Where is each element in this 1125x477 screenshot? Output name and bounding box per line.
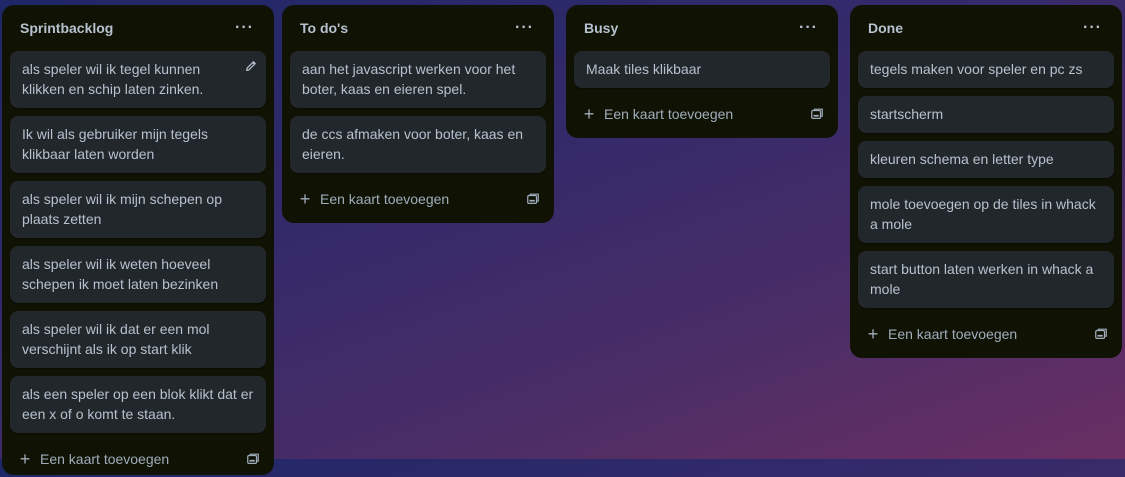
- add-card-row: + Een kaart toevoegen: [290, 181, 546, 217]
- add-card-button[interactable]: + Een kaart toevoegen: [582, 105, 733, 123]
- add-card-label: Een kaart toevoegen: [604, 106, 734, 122]
- add-card-label: Een kaart toevoegen: [888, 326, 1018, 342]
- add-card-button[interactable]: + Een kaart toevoegen: [298, 190, 449, 208]
- card-title: de ccs afmaken voor boter, kaas en eiere…: [302, 126, 524, 162]
- list-menu-icon[interactable]: ···: [229, 15, 260, 41]
- list-header: Done ···: [858, 5, 1114, 51]
- card-template-icon[interactable]: [1094, 327, 1108, 341]
- card-title: start button laten werken in whack a mol…: [870, 261, 1094, 297]
- card-title: Ik wil als gebruiker mijn tegels klikbaa…: [22, 126, 208, 162]
- card-template-icon[interactable]: [526, 192, 540, 206]
- card-title: als speler wil ik weten hoeveel schepen …: [22, 256, 219, 292]
- plus-icon: +: [19, 449, 31, 469]
- list-header: Busy ···: [574, 5, 830, 51]
- list-menu-icon[interactable]: ···: [509, 15, 540, 41]
- list-header: To do's ···: [290, 5, 546, 51]
- add-card-button[interactable]: + Een kaart toevoegen: [866, 325, 1017, 343]
- add-card-label: Een kaart toevoegen: [40, 451, 170, 467]
- card[interactable]: als speler wil ik tegel kunnen klikken e…: [10, 51, 266, 108]
- list-title[interactable]: Sprintbacklog: [20, 20, 113, 36]
- card-title: startscherm: [870, 106, 944, 122]
- card[interactable]: als speler wil ik weten hoeveel schepen …: [10, 246, 266, 303]
- list-menu-icon[interactable]: ···: [1077, 15, 1108, 41]
- list-header: Sprintbacklog ···: [10, 5, 266, 51]
- card[interactable]: tegels maken voor speler en pc zs: [858, 51, 1114, 88]
- card[interactable]: mole toevoegen op de tiles in whack a mo…: [858, 186, 1114, 243]
- card-title: Maak tiles klikbaar: [586, 61, 702, 77]
- card[interactable]: aan het javascript werken voor het boter…: [290, 51, 546, 108]
- card[interactable]: als een speler op een blok klikt dat er …: [10, 376, 266, 433]
- list-done: Done ··· tegels maken voor speler en pc …: [850, 5, 1122, 358]
- pencil-icon[interactable]: [244, 59, 258, 73]
- card[interactable]: als speler wil ik mijn schepen op plaats…: [10, 181, 266, 238]
- list-todos: To do's ··· aan het javascript werken vo…: [282, 5, 554, 223]
- list-busy: Busy ··· Maak tiles klikbaar + Een kaart…: [566, 5, 838, 138]
- card[interactable]: Ik wil als gebruiker mijn tegels klikbaa…: [10, 116, 266, 173]
- list-title[interactable]: To do's: [300, 20, 348, 36]
- card-title: als speler wil ik tegel kunnen klikken e…: [22, 61, 204, 97]
- card-template-icon[interactable]: [810, 107, 824, 121]
- list-menu-icon[interactable]: ···: [793, 15, 824, 41]
- card-template-icon[interactable]: [246, 452, 260, 466]
- plus-icon: +: [583, 104, 595, 124]
- add-card-row: + Een kaart toevoegen: [574, 96, 830, 132]
- add-card-button[interactable]: + Een kaart toevoegen: [18, 450, 169, 468]
- plus-icon: +: [867, 324, 879, 344]
- card[interactable]: kleuren schema en letter type: [858, 141, 1114, 178]
- card-title: mole toevoegen op de tiles in whack a mo…: [870, 196, 1096, 232]
- card-title: tegels maken voor speler en pc zs: [870, 61, 1083, 77]
- card[interactable]: de ccs afmaken voor boter, kaas en eiere…: [290, 116, 546, 173]
- plus-icon: +: [299, 189, 311, 209]
- add-card-row: + Een kaart toevoegen: [10, 441, 266, 477]
- add-card-row: + Een kaart toevoegen: [858, 316, 1114, 352]
- card[interactable]: als speler wil ik dat er een mol verschi…: [10, 311, 266, 368]
- card-title: kleuren schema en letter type: [870, 151, 1054, 167]
- card[interactable]: startscherm: [858, 96, 1114, 133]
- list-sprintbacklog: Sprintbacklog ··· als speler wil ik tege…: [2, 5, 274, 475]
- list-title[interactable]: Done: [868, 20, 903, 36]
- card[interactable]: start button laten werken in whack a mol…: [858, 251, 1114, 308]
- add-card-label: Een kaart toevoegen: [320, 191, 450, 207]
- card-title: als speler wil ik mijn schepen op plaats…: [22, 191, 222, 227]
- card-title: als een speler op een blok klikt dat er …: [22, 386, 254, 422]
- list-title[interactable]: Busy: [584, 20, 618, 36]
- card[interactable]: Maak tiles klikbaar: [574, 51, 830, 88]
- card-title: als speler wil ik dat er een mol verschi…: [22, 321, 210, 357]
- card-title: aan het javascript werken voor het boter…: [302, 61, 516, 97]
